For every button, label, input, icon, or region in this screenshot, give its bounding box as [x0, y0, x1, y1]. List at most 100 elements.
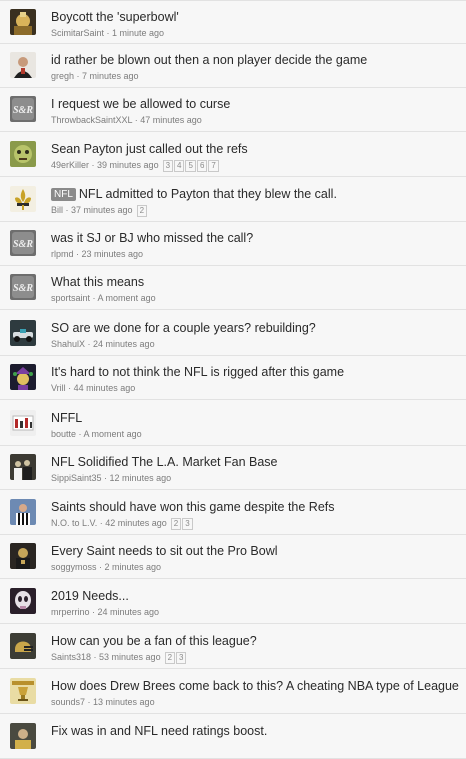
thread-title-link[interactable]: It's hard to not think the NFL is rigged…	[51, 365, 344, 379]
thread-row[interactable]: S&R What this means sportsaint · A moment …	[0, 266, 466, 310]
thread-title-text[interactable]: NFFL	[51, 411, 82, 425]
thread-row[interactable]: Every Saint needs to sit out the Pro Bow…	[0, 535, 466, 579]
page-link[interactable]: 7	[208, 160, 219, 172]
thread-title-link[interactable]: How does Drew Brees come back to this? A…	[51, 679, 459, 693]
thread-title-text[interactable]: How can you be a fan of this league?	[51, 634, 257, 648]
thread-row[interactable]: It's hard to not think the NFL is rigged…	[0, 356, 466, 400]
thread-title-text[interactable]: NFL Solidified The L.A. Market Fan Base	[51, 455, 278, 469]
thread-author-link[interactable]: SippiSaint35	[51, 473, 102, 483]
thread-row[interactable]: NFL NFL admitted to Payton that they blew…	[0, 178, 466, 222]
page-link[interactable]: 3	[176, 652, 187, 664]
thread-author-link[interactable]: rlpmd	[51, 249, 74, 259]
site-logo-avatar[interactable]: S&R	[10, 96, 36, 122]
thread-title-text[interactable]: SO are we done for a couple years? rebui…	[51, 321, 316, 335]
thread-page-links: 2	[136, 205, 148, 217]
thread-title-link[interactable]: Fix was in and NFL need ratings boost.	[51, 724, 267, 738]
page-link[interactable]: 6	[196, 160, 208, 172]
thread-row[interactable]: NFL Solidified The L.A. Market Fan Base S…	[0, 446, 466, 490]
page-link[interactable]: 3	[162, 160, 174, 172]
site-logo-avatar[interactable]: S&R	[10, 230, 36, 256]
site-logo-avatar[interactable]: S&R	[10, 274, 36, 300]
thread-title-link[interactable]: What this means	[51, 275, 144, 289]
bar-graphic-avatar[interactable]	[10, 410, 36, 436]
thread-author-link[interactable]: ScimitarSaint	[51, 28, 104, 38]
thread-title-link[interactable]: SO are we done for a couple years? rebui…	[51, 321, 316, 335]
thread-title-text[interactable]: Boycott the 'superbowl'	[51, 10, 179, 24]
thread-title-text[interactable]: 2019 Needs...	[51, 589, 129, 603]
thread-prefix-badge: NFL	[51, 188, 76, 201]
thread-author-link[interactable]: Vrill	[51, 383, 66, 393]
saint-face-avatar[interactable]	[10, 9, 36, 35]
thread-title-link[interactable]: NFL NFL admitted to Payton that they blew…	[51, 187, 337, 201]
thread-title-link[interactable]: Every Saint needs to sit out the Pro Bow…	[51, 544, 278, 558]
meta-separator: ·	[101, 473, 110, 483]
thread-title-text[interactable]: Fix was in and NFL need ratings boost.	[51, 724, 267, 738]
skull-avatar[interactable]	[10, 588, 36, 614]
thread-author-link[interactable]: boutte	[51, 429, 76, 439]
thread-author-link[interactable]: gregh	[51, 71, 74, 81]
thread-row[interactable]: 2019 Needs... mrperrino · 24 minutes ago	[0, 580, 466, 624]
page-link[interactable]: 2	[136, 205, 148, 217]
helmet-avatar[interactable]	[10, 633, 36, 659]
thread-author-link[interactable]: soggymoss	[51, 562, 97, 572]
thread-author-link[interactable]: ThrowbackSaintXXL	[51, 115, 132, 125]
thread-title-link[interactable]: Boycott the 'superbowl'	[51, 10, 179, 24]
thread-row[interactable]: How can you be a fan of this league? Sain…	[0, 625, 466, 669]
thread-author-link[interactable]: Saints318	[51, 652, 91, 662]
meta-separator: ·	[89, 160, 98, 170]
man-portrait-avatar[interactable]	[10, 52, 36, 78]
referee-avatar[interactable]	[10, 499, 36, 525]
thread-title-text[interactable]: How does Drew Brees come back to this? A…	[51, 679, 459, 693]
page-link[interactable]: 2	[170, 518, 182, 530]
thread-title-link[interactable]: NFFL	[51, 411, 82, 425]
thread-title-link[interactable]: was it SJ or BJ who missed the call?	[51, 231, 253, 245]
thread-row[interactable]: SO are we done for a couple years? rebui…	[0, 312, 466, 356]
thread-title-link[interactable]: How can you be a fan of this league?	[51, 634, 257, 648]
fan-photo-avatar[interactable]	[10, 723, 36, 749]
thread-title-link[interactable]: Sean Payton just called out the refs	[51, 142, 248, 156]
thread-list: Boycott the 'superbowl' ScimitarSaint · 1…	[0, 0, 466, 759]
thread-title-link[interactable]: Saints should have won this game despite…	[51, 500, 335, 514]
trophy-avatar[interactable]	[10, 678, 36, 704]
page-link[interactable]: 4	[174, 160, 185, 172]
meta-separator: ·	[65, 383, 74, 393]
thread-title-text[interactable]: What this means	[51, 275, 144, 289]
thread-row[interactable]: S&R I request we be allowed to curse Throw…	[0, 88, 466, 132]
thread-title-link[interactable]: 2019 Needs...	[51, 589, 129, 603]
thread-title-link[interactable]: I request we be allowed to curse	[51, 97, 230, 111]
thread-author-link[interactable]: N.O. to L.V.	[51, 518, 97, 528]
page-link[interactable]: 2	[164, 652, 176, 664]
thread-title-text[interactable]: Saints should have won this game despite…	[51, 500, 335, 514]
team-photo-avatar[interactable]	[10, 454, 36, 480]
thread-title-text[interactable]: Sean Payton just called out the refs	[51, 142, 248, 156]
green-face-avatar[interactable]	[10, 141, 36, 167]
player-avatar[interactable]	[10, 543, 36, 569]
thread-author-link[interactable]: ShahulX	[51, 339, 85, 349]
thread-row[interactable]: Fix was in and NFL need ratings boost.	[0, 715, 466, 759]
thread-author-link[interactable]: sportsaint	[51, 293, 90, 303]
thread-author-link[interactable]: Bill	[51, 205, 63, 215]
thread-title-text[interactable]: It's hard to not think the NFL is rigged…	[51, 365, 344, 379]
thread-author-link[interactable]: 49erKiller	[51, 160, 89, 170]
thread-row[interactable]: Saints should have won this game despite…	[0, 491, 466, 535]
race-car-avatar[interactable]	[10, 320, 36, 346]
thread-title-link[interactable]: NFL Solidified The L.A. Market Fan Base	[51, 455, 278, 469]
thread-row[interactable]: id rather be blown out then a non player…	[0, 44, 466, 88]
page-link[interactable]: 3	[182, 518, 193, 530]
thread-title-text[interactable]: was it SJ or BJ who missed the call?	[51, 231, 253, 245]
thread-title-text[interactable]: Every Saint needs to sit out the Pro Bow…	[51, 544, 278, 558]
thread-title-link[interactable]: id rather be blown out then a non player…	[51, 53, 367, 67]
thread-row[interactable]: NFFL boutte · A moment ago	[0, 402, 466, 446]
thread-row[interactable]: Boycott the 'superbowl' ScimitarSaint · 1…	[0, 0, 466, 44]
thread-row[interactable]: Sean Payton just called out the refs 49er…	[0, 133, 466, 177]
thread-title-text[interactable]: id rather be blown out then a non player…	[51, 53, 367, 67]
thread-title-text[interactable]: I request we be allowed to curse	[51, 97, 230, 111]
page-link[interactable]: 5	[185, 160, 196, 172]
fleur-de-lis-avatar[interactable]	[10, 186, 36, 212]
thread-title-text[interactable]: NFL admitted to Payton that they blew th…	[79, 187, 337, 201]
thread-author-link[interactable]: sounds7	[51, 697, 85, 707]
jester-avatar[interactable]	[10, 364, 36, 390]
thread-row[interactable]: S&R was it SJ or BJ who missed the call? r…	[0, 222, 466, 266]
thread-author-link[interactable]: mrperrino	[51, 607, 90, 617]
thread-row[interactable]: How does Drew Brees come back to this? A…	[0, 670, 466, 714]
